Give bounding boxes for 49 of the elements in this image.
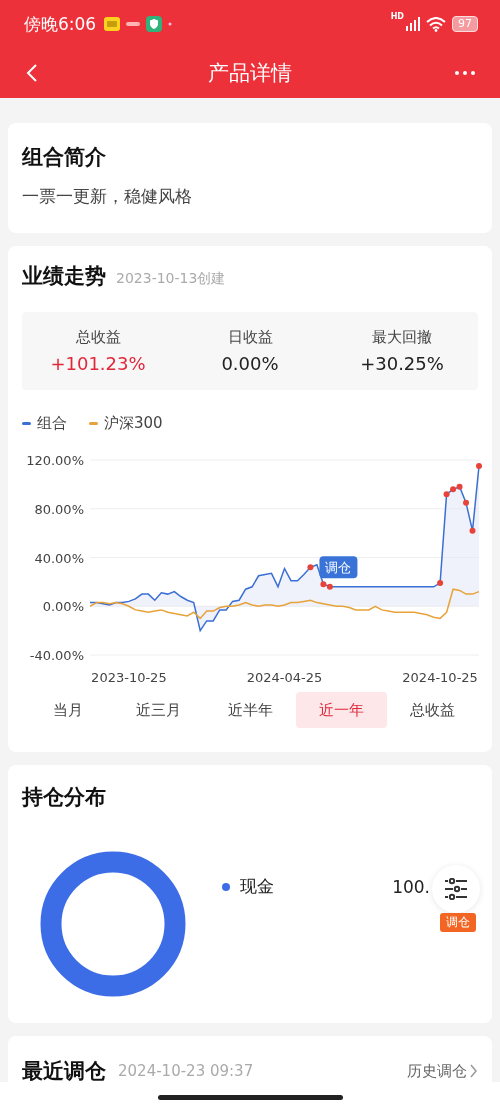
app-icon [104,17,121,31]
dot-icon [168,22,173,26]
series-label: 调仓 [325,560,352,576]
sliders-icon [444,878,468,900]
rebalance-button[interactable] [432,865,480,913]
y-axis-label: -40.00% [29,648,84,663]
history-link[interactable]: 历史调仓 [407,1061,478,1081]
network-label: HD [390,12,404,21]
holding-percent: 100. [392,876,430,897]
stat-label: 总收益 [75,328,121,347]
stat-value: +101.23% [50,353,146,374]
stat-label: 日收益 [227,328,273,347]
signal-icon [406,17,420,31]
page-title: 产品详情 [207,60,293,87]
section-title: 组合简介 [22,144,107,171]
period-tab[interactable]: 总收益 [386,692,478,728]
y-axis-label: 120.00% [26,453,84,468]
x-axis-label: 2024-10-25 [402,670,478,685]
battery-level: 97 [452,16,478,32]
holding-name: 现金 [240,875,274,898]
period-tab[interactable]: 近一年 [295,692,387,728]
section-title: 业绩走势 [22,263,106,290]
stat-value: +30.25% [360,353,444,374]
y-axis-label: 0.00% [42,599,84,615]
legend-label: 沪深300 [104,414,163,433]
wifi-icon [426,16,446,32]
x-axis-label: 2023-10-25 [91,670,167,685]
period-tab[interactable]: 近半年 [204,692,296,728]
period-tab[interactable]: 当月 [22,692,114,728]
legend-label: 组合 [37,414,67,433]
stat-value: 0.00% [221,353,279,374]
rebalance-badge: 调仓 [440,913,476,932]
y-axis-label: 80.00% [34,501,84,517]
intro-text: 一票一更新，稳健风格 [22,185,193,208]
shield-icon [146,16,163,32]
section-title: 最近调仓 [22,1058,106,1085]
rebalance-time: 2024-10-23 09:37 [118,1062,254,1080]
created-date: 2023-10-13创建 [116,270,226,288]
status-time: 傍晚6:06 [24,12,97,36]
chevron-icon [469,1064,478,1078]
period-tab[interactable]: 近三月 [113,692,205,728]
x-axis-label: 2024-04-25 [246,670,323,685]
more-icon[interactable] [454,70,476,76]
rebalance-tooltip: 调仓 [319,556,358,579]
y-axis-label: 40.00% [34,550,84,566]
back-icon[interactable] [26,63,38,83]
stat-label: 最大回撤 [372,328,432,347]
section-title: 持仓分布 [22,784,107,811]
app-icon [126,21,141,27]
